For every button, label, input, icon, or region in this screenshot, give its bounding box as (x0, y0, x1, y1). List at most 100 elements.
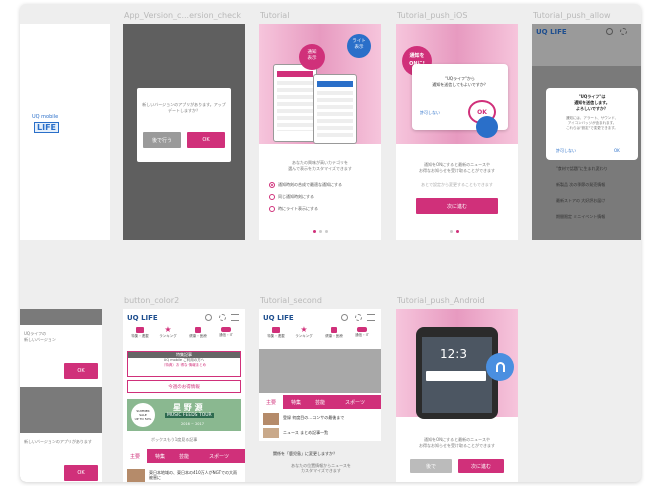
page-dot (456, 230, 459, 233)
list-item[interactable]: 期間限定 ミニイベント情報 (556, 214, 605, 220)
ios-dialog-message: "UQライフ"から 通知を送信してもよいですか？ (432, 76, 488, 87)
tab-sports[interactable]: スポーツ (199, 449, 239, 463)
dont-allow-button[interactable]: 許可しない (556, 148, 576, 154)
artboard-version-check[interactable]: 新しいバージョンのアプリがあります。アップデートしますか？ 後で行う OK (123, 24, 245, 240)
tab-feature[interactable]: 特集 (285, 395, 307, 409)
news-headline[interactable]: 東日本地域の、東日本の410万人がNGTでの大雨被害に (149, 470, 241, 480)
artboard-partial-bottom-left[interactable]: UQライフの 新しいバージョン OK 新しいバージョンのアプリがあります OK (20, 309, 102, 482)
artboard-partial-top-left[interactable]: UQ mobile LIFE (20, 24, 110, 240)
nav-item-it[interactable]: 通信・IT (213, 327, 239, 338)
nav-item-feature[interactable]: 特集・連載 (127, 327, 153, 339)
location-question: 関係を「鹿児島」に変更しますか？ (273, 451, 337, 456)
version-dialog-message: 新しいバージョンのアプリがあります。アップデートしますか？ (142, 102, 226, 113)
allow-dialog: "UQライフ"は 通知を送信します。 よろしいですか？ 通知には、アラート、サウ… (546, 88, 638, 160)
location-subtext: あなたの位置情報からニュースを カスタマイズできます (291, 463, 351, 473)
ad-caption: ボックスもう1度見る記事 (151, 437, 198, 442)
page-dot (313, 230, 316, 233)
next-button[interactable]: 次に進む (458, 459, 504, 473)
news-headline[interactable]: 登録 何度目の…コンサの最後まで (283, 415, 344, 421)
tab-feature[interactable]: 特集 (149, 449, 171, 463)
next-button[interactable]: 次に進む (416, 198, 498, 214)
tab-entertainment[interactable]: 芸能 (309, 395, 331, 409)
allow-dialog-title: "UQライフ"は 通知を送信します。 よろしいですか？ (574, 94, 610, 111)
feature-icon (272, 327, 280, 333)
gear-icon[interactable] (219, 314, 226, 321)
star-icon: ★ (164, 325, 172, 334)
banner-sub2: （特典）お 得な 情報まとめ (161, 363, 207, 367)
nav-item-ranking[interactable]: ★ ランキング (291, 326, 317, 339)
hamburger-icon[interactable] (367, 314, 375, 321)
artboard-title-tutorial-second: Tutorial_second (260, 296, 322, 305)
later-button[interactable]: 後で (410, 459, 452, 473)
artboard-title-version-check: App_Version_c...ersion_check (124, 11, 242, 20)
option-label: 同じ通知時刻にする (278, 194, 315, 199)
artboard-push-ios[interactable]: 通知を ONに! "UQライフ"から 通知を送信してもよいですか？ 許可しない … (396, 24, 518, 240)
phone-mockup-left (273, 64, 317, 142)
artboard-title-button-color2: button_color2 (124, 296, 180, 305)
allow-ok-button[interactable]: OK (614, 148, 620, 153)
ok-button[interactable]: OK (64, 363, 98, 379)
android-phone-mockup: 12:3 (416, 327, 498, 419)
radio-selected-icon (269, 182, 275, 188)
android-screen: 12:3 (422, 337, 492, 413)
list-item[interactable]: 最新ストアの 大好評お届け (556, 198, 605, 204)
nav-item-ranking[interactable]: ★ ランキング (155, 325, 181, 339)
later-button[interactable]: 後で行う (143, 132, 181, 148)
search-icon (606, 28, 613, 35)
tutorial-option-3[interactable]: 時にライト表示にする (269, 206, 318, 212)
push-android-description: 通知をONにすると最新のニュースや お得なお知らせを受け取ることができます (419, 437, 495, 448)
artboard-tutorial[interactable]: 通知 表示 ライト 表示 あなたの興味が高いカテゴリを 選んで表示をカスタマイズ… (259, 24, 381, 240)
logo-text-mobile: UQ mobile (32, 114, 59, 120)
tab-entertainment[interactable]: 芸能 (173, 449, 195, 463)
search-icon[interactable] (341, 314, 348, 321)
nav-item-health[interactable]: 健康・医療 (185, 327, 211, 339)
list-item[interactable]: 新製品 次の季節の発売情報 (556, 182, 605, 188)
page-dot (319, 230, 322, 233)
partial-dialog-text: 新しいバージョンのアプリがあります (24, 439, 92, 444)
ok-label: OK (477, 108, 487, 116)
feature-banner[interactable]: 特集記事 UQ mobile ご利用の方へ （特典）お 得な 情報まとめ (127, 351, 241, 377)
hamburger-icon[interactable] (231, 314, 239, 321)
ad-sub: MUSIC FEEDS TOUR (165, 413, 214, 418)
artboard-push-allow[interactable]: UQ LIFE "UQライフ"は 通知を送信します。 よろしいですか？ 通知には… (532, 24, 641, 240)
partial-dialog-text: UQライフの 新しいバージョン (24, 331, 56, 342)
news-thumb (127, 469, 145, 482)
ok-button[interactable]: OK (187, 132, 225, 148)
partial-dialog-1: UQライフの 新しいバージョン OK (20, 325, 102, 387)
list-item[interactable]: "食材で話題"に生まれ変わり (556, 166, 608, 172)
gear-icon[interactable] (355, 314, 362, 321)
artboard-title-push-allow: Tutorial_push_allow (533, 11, 611, 20)
option-label: 通知時刻の合成で最適な通知にする (278, 182, 343, 187)
search-icon[interactable] (205, 314, 212, 321)
ad-banner[interactable]: SUMMER SALE UP TO 50% 星 野 源 MUSIC FEEDS … (127, 399, 241, 431)
uq-life-logo: UQ mobile LIFE (32, 114, 72, 154)
push-ios-description: 通知をONにすると最新のニュースや お得なお知らせを受け取ることができます (419, 162, 495, 173)
artboard-title-tutorial: Tutorial (260, 11, 290, 20)
dimmed-overlay (259, 349, 381, 393)
artboard-tutorial-second[interactable]: UQ LIFE 特集・連載 ★ ランキング 健康・医療 通信・IT 主要 特集 芸… (259, 309, 381, 482)
notification-card (426, 371, 486, 381)
nav-item-health[interactable]: 健康・医療 (321, 327, 347, 339)
deals-button[interactable]: 今週のお得情報 (127, 380, 241, 393)
artboard-button-color2[interactable]: UQ LIFE 特集・連載 ★ ランキング 健康・医療 通信・IT 特集記事 UQ… (123, 309, 245, 482)
allow-dialog-detail: 通知には、アラート、サウンド、 アイコンバッジが含まれます。 これらは"設定"で… (565, 116, 619, 130)
ok-button[interactable]: OK (64, 465, 98, 481)
artboard-title-push-ios: Tutorial_push_iOS (397, 11, 468, 20)
tab-main[interactable]: 主要 (259, 395, 283, 409)
tutorial-description: あなたの興味が高いカテゴリを 選んで表示をカスタマイズできます (288, 160, 352, 171)
device-icon (221, 327, 231, 332)
news-headline[interactable]: ニュース まとめ記事一覧 (283, 430, 328, 436)
health-icon (331, 327, 337, 333)
news-thumb (263, 413, 279, 425)
dimmed-header: UQ LIFE (532, 24, 641, 66)
tutorial-badge-notify: 通知 表示 (299, 44, 325, 70)
tutorial-option-2[interactable]: 同じ通知時刻にする (269, 194, 314, 200)
tab-sports[interactable]: スポーツ (335, 395, 375, 409)
tutorial-option-1[interactable]: 通知時刻の合成で最適な通知にする (269, 182, 342, 188)
tab-main[interactable]: 主要 (123, 449, 147, 463)
dont-allow-button[interactable]: 許可しない (420, 110, 440, 116)
artboard-push-android[interactable]: 12:3 通知をONにすると最新のニュースや お得なお知らせを受け取ることができ… (396, 309, 518, 482)
nav-item-feature[interactable]: 特集・連載 (263, 327, 289, 339)
nav-item-it[interactable]: 通信・IT (349, 327, 375, 338)
sale-badge: SUMMER SALE UP TO 50% (131, 403, 155, 427)
